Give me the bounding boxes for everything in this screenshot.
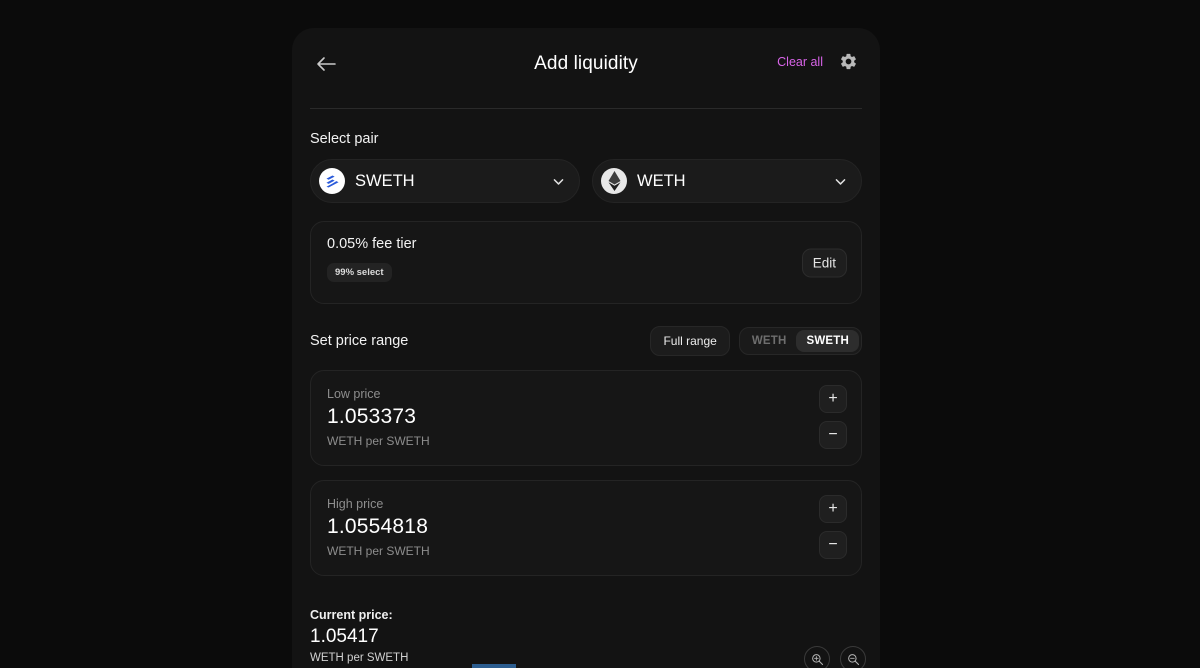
liquidity-chart-peek — [472, 664, 516, 668]
header-actions: Clear all — [777, 52, 858, 71]
current-price-label: Current price: — [310, 608, 393, 622]
back-button[interactable] — [312, 50, 340, 78]
edit-fee-tier-button[interactable]: Edit — [801, 248, 847, 277]
set-price-range-label: Set price range — [310, 333, 409, 349]
zoom-in-button[interactable] — [804, 646, 830, 668]
token-symbol: WETH — [637, 171, 686, 190]
fee-tier-title: 0.05% fee tier — [327, 236, 417, 252]
chart-zoom-controls — [804, 646, 866, 668]
toggle-option-sweth[interactable]: SWETH — [796, 330, 859, 352]
current-price-section: Current price: 1.05417 WETH per SWETH — [292, 576, 880, 668]
fee-tier-card: 0.05% fee tier 99% select Edit — [310, 221, 862, 304]
chevron-down-icon — [553, 178, 564, 185]
current-price-unit: WETH per SWETH — [310, 652, 409, 664]
low-price-value[interactable]: 1.053373 — [327, 405, 845, 429]
token-pair-row: SWETH WETH — [292, 147, 880, 203]
zoom-in-icon — [811, 653, 823, 665]
sweth-token-icon — [319, 168, 345, 194]
weth-token-icon — [601, 168, 627, 194]
high-price-unit: WETH per SWETH — [327, 544, 430, 558]
toggle-option-weth[interactable]: WETH — [742, 330, 797, 352]
zoom-out-button[interactable] — [840, 646, 866, 668]
panel-header: Add liquidity Clear all — [292, 28, 880, 100]
chevron-down-icon — [835, 178, 846, 185]
full-range-button[interactable]: Full range — [650, 326, 730, 356]
low-price-increment-button[interactable]: + — [819, 385, 847, 413]
high-price-decrement-button[interactable]: − — [819, 531, 847, 559]
price-base-toggle: WETH SWETH — [738, 327, 862, 355]
low-price-label: Low price — [327, 387, 381, 401]
arrow-left-icon — [317, 57, 336, 71]
high-price-stepper: + − — [819, 495, 847, 559]
price-range-header: Set price range Full range WETH SWETH — [292, 304, 880, 356]
current-price-value: 1.05417 — [310, 626, 379, 647]
token-selector-sweth[interactable]: SWETH — [310, 159, 580, 203]
add-liquidity-panel: Add liquidity Clear all Select pair SWET… — [292, 28, 880, 668]
token-selector-weth[interactable]: WETH — [592, 159, 862, 203]
high-price-value[interactable]: 1.0554818 — [327, 515, 845, 539]
low-price-decrement-button[interactable]: − — [819, 421, 847, 449]
high-price-card: High price 1.0554818 WETH per SWETH + − — [310, 480, 862, 576]
low-price-stepper: + − — [819, 385, 847, 449]
low-price-unit: WETH per SWETH — [327, 434, 430, 448]
select-pair-label: Select pair — [310, 131, 379, 147]
high-price-increment-button[interactable]: + — [819, 495, 847, 523]
clear-all-button[interactable]: Clear all — [777, 55, 823, 69]
gear-icon[interactable] — [839, 52, 858, 71]
zoom-out-icon — [847, 653, 859, 665]
token-symbol: SWETH — [355, 171, 415, 190]
fee-tier-select-badge: 99% select — [327, 263, 392, 282]
high-price-label: High price — [327, 497, 384, 511]
low-price-card: Low price 1.053373 WETH per SWETH + − — [310, 370, 862, 466]
